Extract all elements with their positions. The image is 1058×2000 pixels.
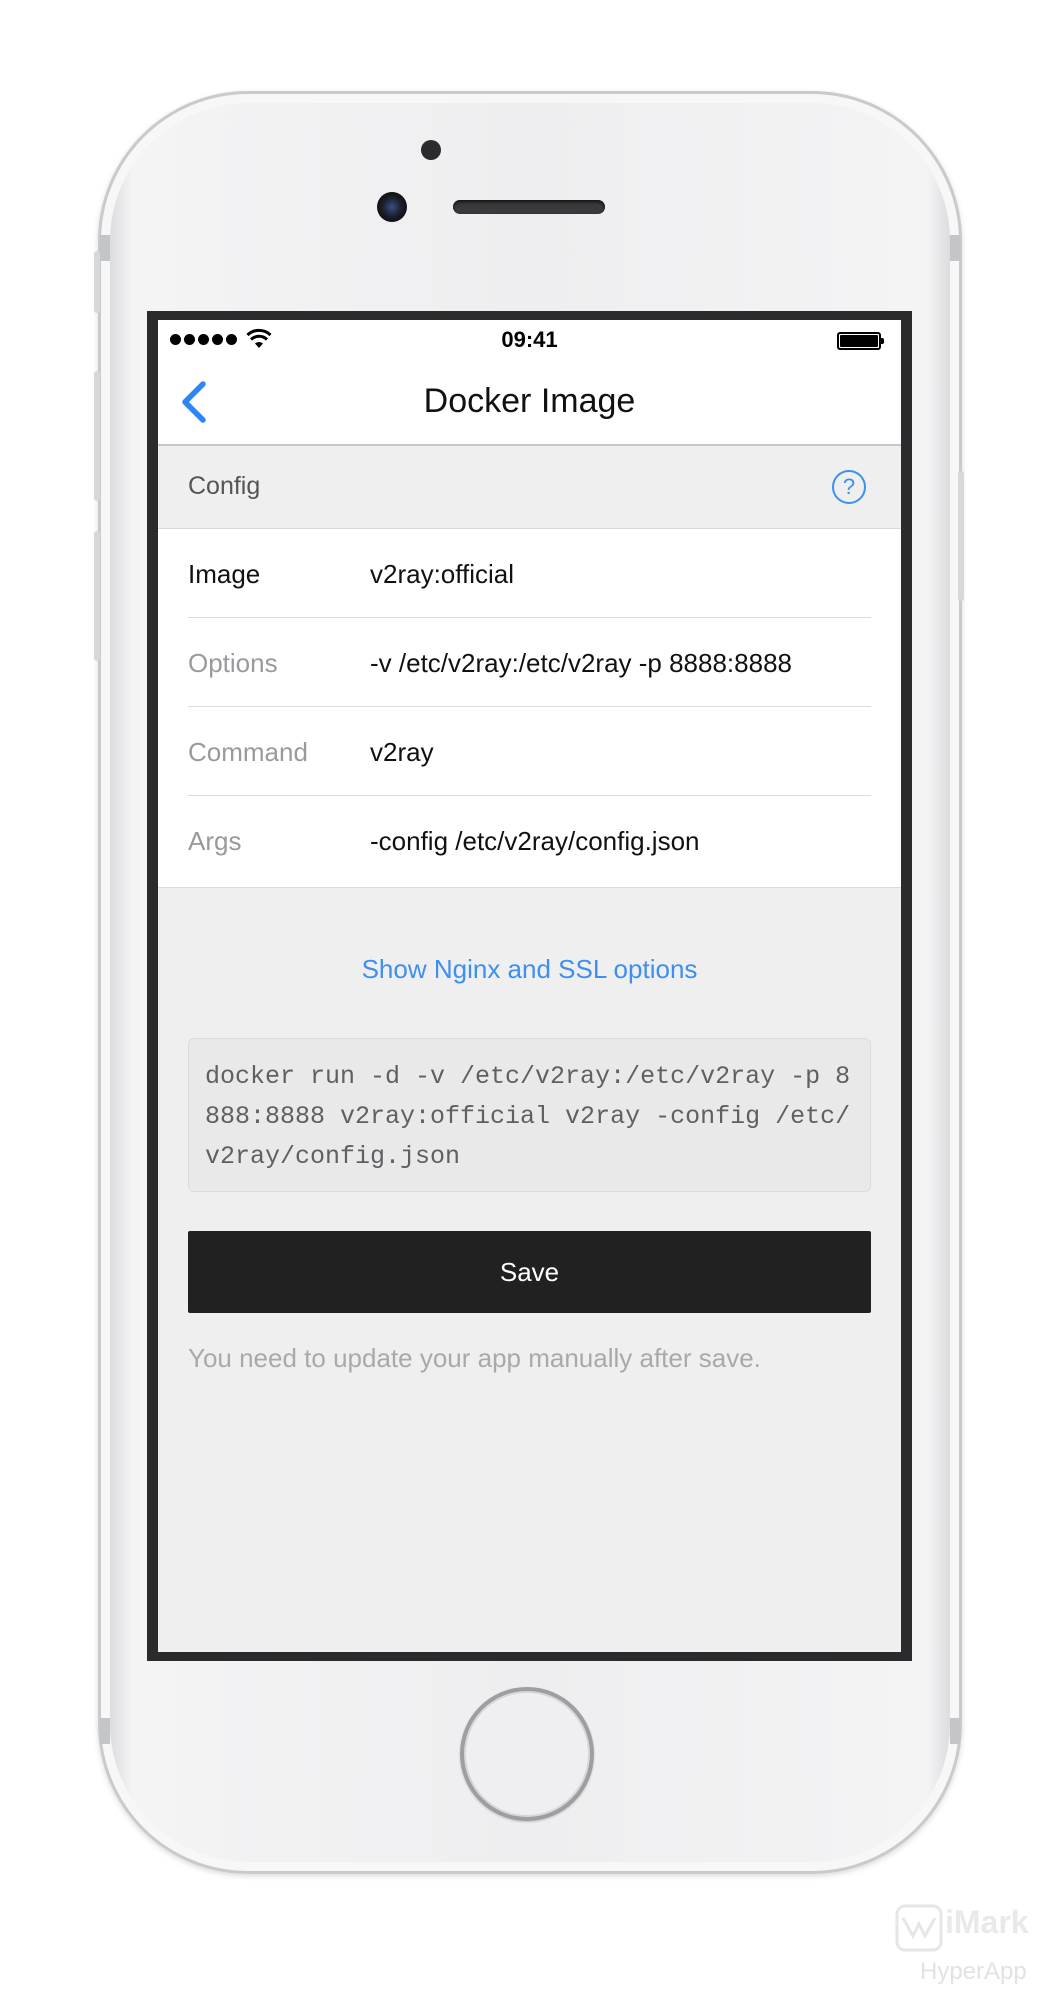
field-row-command: Command v2ray: [188, 707, 871, 796]
field-row-args: Args -config /etc/v2ray/config.json: [188, 796, 871, 884]
image-field[interactable]: v2ray:official: [370, 559, 514, 590]
front-camera: [377, 192, 407, 222]
field-row-options: Options -v /etc/v2ray:/etc/v2ray -p 8888…: [188, 618, 871, 707]
antenna-band: [950, 235, 960, 261]
field-label: Command: [188, 737, 308, 767]
status-bar: 09:41: [158, 320, 901, 360]
watermark-title: iMark: [945, 1904, 1029, 1940]
save-hint: You need to update your app manually aft…: [188, 1343, 761, 1373]
home-button[interactable]: [460, 1687, 594, 1821]
volume-up-button: [94, 371, 100, 501]
save-button[interactable]: Save: [188, 1231, 871, 1313]
help-icon[interactable]: ?: [832, 470, 866, 504]
page-title: Docker Image: [423, 382, 636, 420]
proximity-sensor: [421, 140, 441, 160]
status-time: 09:41: [501, 327, 558, 352]
show-nginx-ssl-options-link[interactable]: Show Nginx and SSL options: [158, 954, 901, 985]
command-preview: docker run -d -v /etc/v2ray:/etc/v2ray -…: [188, 1038, 871, 1192]
args-field[interactable]: -config /etc/v2ray/config.json: [370, 826, 700, 857]
config-section-header: Config ?: [158, 446, 901, 529]
section-title: Config: [188, 472, 261, 500]
navigation-bar: Docker Image: [158, 360, 901, 446]
antenna-band: [950, 1718, 960, 1744]
power-button: [958, 471, 964, 601]
config-form: Image v2ray:official Options -v /etc/v2r…: [158, 529, 901, 888]
earpiece-speaker: [453, 200, 605, 214]
command-field[interactable]: v2ray: [370, 737, 434, 768]
antenna-band: [100, 1718, 110, 1744]
volume-down-button: [94, 531, 100, 661]
app-screen: 09:41 Docker Image Config ? Image v2ray:…: [158, 320, 901, 1652]
battery-icon: [837, 332, 884, 350]
field-label: Image: [188, 559, 261, 589]
field-label: Args: [188, 826, 242, 856]
field-row-image: Image v2ray:official: [188, 529, 871, 618]
watermark-subtitle: HyperApp: [920, 1958, 1027, 1985]
antenna-band: [100, 235, 110, 261]
options-field[interactable]: -v /etc/v2ray:/etc/v2ray -p 8888:8888: [370, 648, 792, 679]
field-label: Options: [188, 648, 278, 678]
